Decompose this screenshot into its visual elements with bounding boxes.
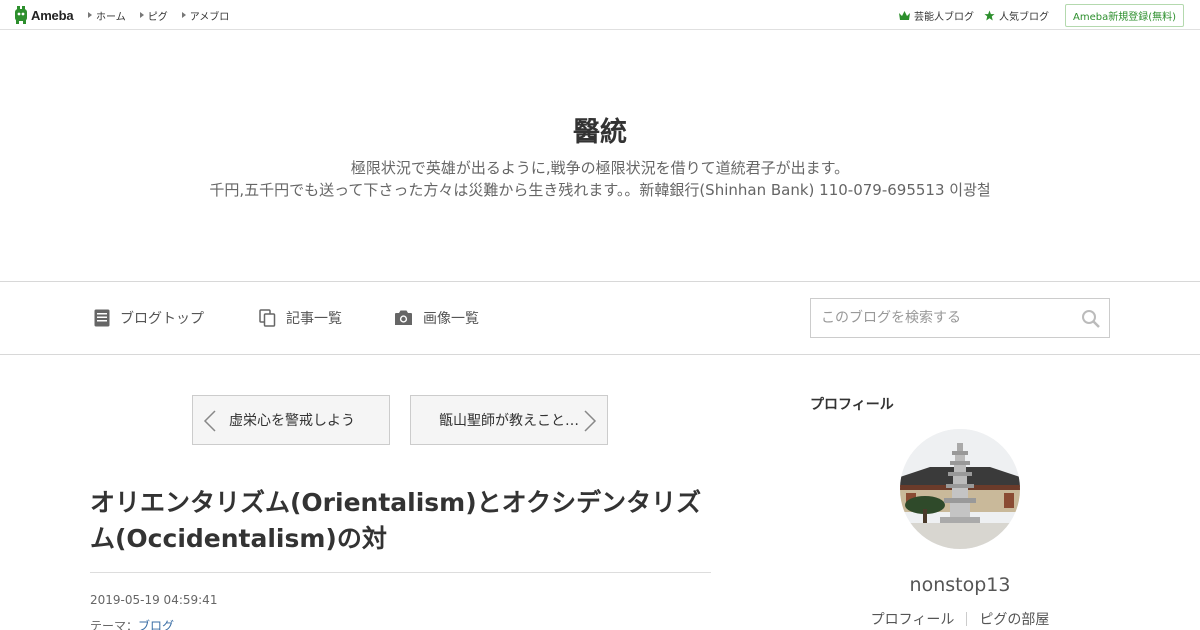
search-icon[interactable] bbox=[1081, 309, 1101, 329]
avatar[interactable] bbox=[900, 429, 1020, 549]
crown-icon bbox=[898, 10, 910, 20]
blog-title[interactable]: 醫統 bbox=[0, 110, 1200, 149]
nav-blog-top[interactable]: ブログトップ bbox=[94, 308, 204, 328]
blog-search bbox=[810, 298, 1110, 338]
blog-description-line-1: 極限状況で英雄が出るように,戦争の極限状況を借りて道統君子が出ます。 bbox=[350, 159, 850, 177]
search-input[interactable] bbox=[811, 299, 1071, 337]
top-nav: ホーム ピグ アメブロ bbox=[88, 0, 243, 30]
camera-icon bbox=[395, 310, 412, 325]
profile-heading: プロフィール bbox=[810, 397, 894, 413]
article-title[interactable]: オリエンタリズム(Orientalism)とオクシデンタリズム(Occident… bbox=[90, 485, 720, 557]
document-icon bbox=[94, 309, 110, 327]
profile-name[interactable]: nonstop13 bbox=[810, 574, 1110, 596]
top-nav-ameblo[interactable]: アメブロ bbox=[181, 8, 229, 23]
blog-description-line-2: 千円,五千円でも送って下さった方々は災難から生き残れます。。新韓銀行(Shinh… bbox=[209, 181, 991, 199]
article-title-divider bbox=[90, 572, 711, 573]
triangle-right-icon bbox=[139, 12, 144, 18]
nav-image-list[interactable]: 画像一覧 bbox=[394, 308, 479, 328]
top-nav-pigg[interactable]: ピグ bbox=[139, 8, 168, 23]
pagoda-photo bbox=[900, 429, 1020, 549]
profile-links: プロフィール ピグの部屋 bbox=[810, 609, 1110, 629]
triangle-right-icon bbox=[88, 12, 92, 18]
blog-description: 極限状況で英雄が出るように,戦争の極限状況を借りて道統君子が出ます。 千円,五千… bbox=[0, 157, 1200, 201]
ameba-logo-text: Ameba bbox=[31, 7, 74, 23]
star-icon bbox=[984, 9, 995, 21]
profile-link[interactable]: プロフィール bbox=[859, 609, 967, 629]
copy-pages-icon bbox=[259, 309, 276, 327]
top-nav-home[interactable]: ホーム bbox=[88, 8, 126, 23]
ameba-mascot-icon bbox=[15, 6, 27, 24]
register-button[interactable]: Ameba新規登録(無料) bbox=[1064, 3, 1184, 27]
blog-header: 醫統 極限状況で英雄が出るように,戦争の極限状況を借りて道統君子が出ます。 千円… bbox=[0, 30, 1200, 282]
pigg-room-link[interactable]: ピグの部屋 bbox=[967, 609, 1061, 629]
celebrity-blog-link[interactable]: 芸能人ブログ bbox=[898, 8, 974, 23]
next-article-button[interactable]: 甑山聖師が教えこと… bbox=[410, 395, 608, 445]
prev-article-button[interactable]: 虚栄心を警戒しよう bbox=[192, 395, 390, 445]
article-theme-label: テーマ： bbox=[90, 619, 139, 630]
chevron-left-icon bbox=[203, 410, 216, 432]
ameba-logo[interactable]: Ameba bbox=[14, 6, 74, 24]
article-theme-link[interactable]: ブログ bbox=[138, 619, 174, 630]
article-theme: テーマ：ブログ bbox=[90, 617, 174, 630]
blog-nav: ブログトップ 記事一覧 画像一覧 bbox=[0, 282, 1200, 355]
triangle-right-icon bbox=[181, 12, 186, 18]
top-right-links: 芸能人ブログ 人気ブログ Ameba新規登録(無料) bbox=[889, 0, 1184, 30]
chevron-right-icon bbox=[584, 410, 597, 432]
article-date: 2019-05-19 04:59:41 bbox=[90, 593, 218, 607]
top-bar: Ameba ホーム ピグ アメブロ 芸能人ブログ 人気ブログ Ameba新規登録… bbox=[0, 0, 1200, 30]
popular-blog-link[interactable]: 人気ブログ bbox=[984, 8, 1049, 23]
nav-article-list[interactable]: 記事一覧 bbox=[259, 308, 342, 328]
